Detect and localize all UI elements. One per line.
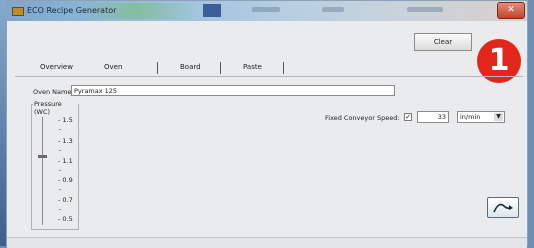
oven-name-field[interactable]: Pyramax 125 (71, 85, 395, 96)
pressure-tick-value: 0.9 (62, 176, 73, 184)
pressure-tick-value: 1.3 (62, 137, 73, 145)
blurred-menu-item (252, 7, 280, 12)
close-icon: ✕ (507, 5, 515, 15)
minor-tick: - (59, 166, 62, 174)
generate-profile-button[interactable] (487, 197, 519, 218)
close-button[interactable]: ✕ (497, 2, 525, 19)
status-bar (7, 237, 527, 248)
pressure-tick: - 0.5 (58, 215, 73, 223)
tab-divider (283, 62, 284, 74)
tab-board[interactable]: Board (180, 63, 201, 71)
minor-tick: - (59, 185, 62, 193)
pressure-group: Pressure (WC) - 1.5 - - 1.3 - - 1.1 - - … (31, 100, 79, 230)
pressure-tick-value: 0.5 (62, 215, 73, 223)
curve-arrow-icon (493, 203, 513, 213)
minor-tick: - (59, 205, 62, 213)
window-title: ECO Recipe Generator (27, 6, 117, 15)
app-window: ECO Recipe Generator ✕ Clear 1 Overview … (6, 0, 528, 248)
taskbar-chip (203, 4, 221, 17)
fixed-speed-checkbox[interactable]: ✓ (404, 113, 412, 121)
tab-oven[interactable]: Oven (104, 63, 122, 71)
tab-overview[interactable]: Overview (40, 63, 73, 71)
tab-paste[interactable]: Paste (243, 63, 262, 71)
minor-tick: - (59, 125, 62, 133)
blurred-menu-item (407, 7, 443, 12)
fixed-conveyor-speed-label: Fixed Conveyor Speed: (325, 114, 400, 122)
pressure-tick-value: 1.5 (62, 116, 73, 124)
pressure-tick: - 0.9 (58, 176, 73, 184)
pressure-tick: - 1.5 (58, 116, 73, 124)
pressure-slider-thumb[interactable] (38, 155, 47, 158)
pressure-slider-track[interactable] (42, 117, 43, 225)
tab-divider (220, 62, 221, 74)
pressure-tick: - 0.7 (58, 196, 73, 204)
title-bar: ECO Recipe Generator ✕ (7, 1, 527, 21)
chevron-down-icon: ▼ (494, 113, 503, 121)
oven-name-label: Oven Name: (33, 88, 74, 96)
minor-tick: - (59, 146, 62, 154)
pressure-tick: - 1.3 (58, 137, 73, 145)
blurred-menu-item (322, 7, 344, 12)
clear-button[interactable]: Clear (414, 33, 472, 51)
pressure-tick-value: 0.7 (62, 196, 73, 204)
pressure-tick: - 1.1 (58, 157, 73, 165)
tab-underline (15, 76, 523, 77)
app-icon (12, 7, 24, 16)
tab-divider (157, 62, 158, 74)
pressure-title: Pressure (WC) (33, 100, 78, 116)
speed-unit-value: in/min (460, 113, 481, 121)
speed-unit-select[interactable]: in/min ▼ (457, 111, 505, 123)
conveyor-speed-input[interactable]: 33 (417, 111, 449, 123)
pressure-tick-value: 1.1 (62, 157, 73, 165)
